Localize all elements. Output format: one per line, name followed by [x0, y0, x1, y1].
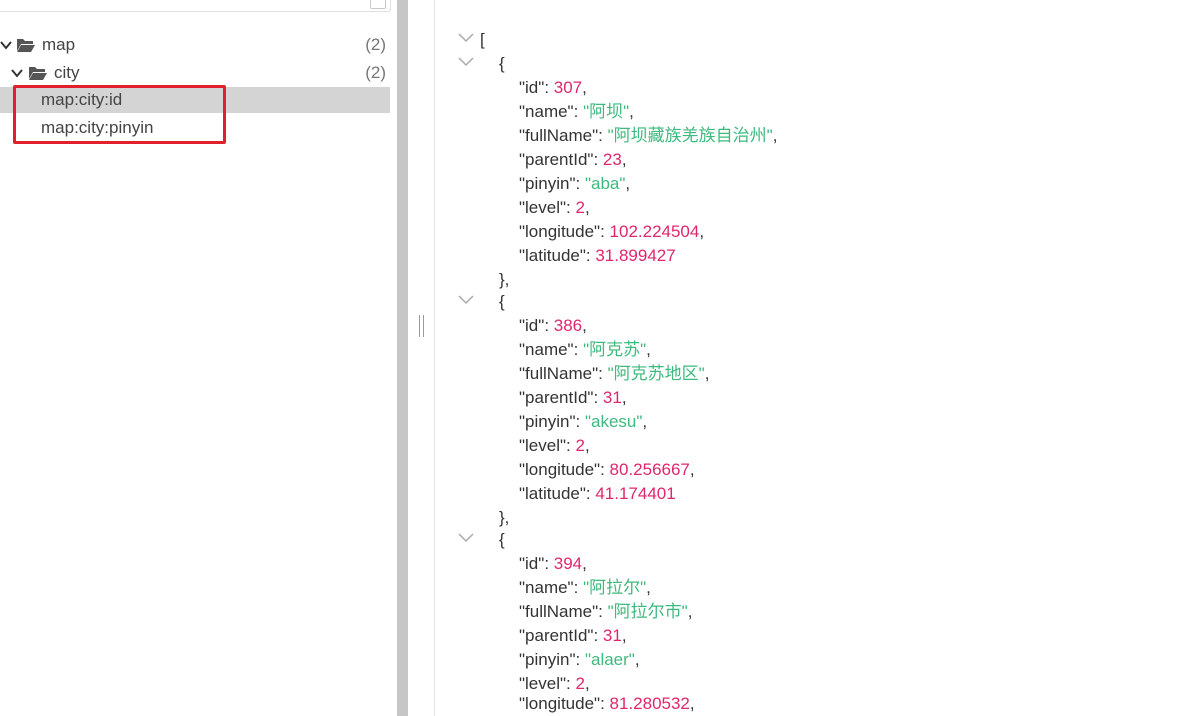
json-close-brace: }, — [499, 508, 510, 527]
json-open-brace: { — [499, 292, 505, 311]
json-field-name: "name": "阿克苏", — [519, 340, 651, 359]
tree-node-map[interactable]: map (2) — [0, 32, 390, 58]
fold-chevron-icon[interactable] — [458, 33, 474, 43]
json-field-fullname: "fullName": "阿克苏地区", — [519, 364, 710, 383]
json-field-parentid: "parentId": 31, — [519, 388, 627, 407]
tree-node-count: (2) — [365, 35, 386, 54]
tree-node-label: map — [42, 35, 76, 54]
resize-handle-icon[interactable] — [419, 315, 424, 337]
search-icon[interactable] — [354, 0, 364, 5]
json-field-level: "level": 2, — [519, 198, 590, 217]
json-field-id: "id": 307, — [519, 78, 587, 97]
json-field-longitude: "longitude": 102.224504, — [519, 222, 705, 241]
json-field-fullname: "fullName": "阿拉尔市", — [519, 602, 693, 621]
search-option-button[interactable] — [370, 0, 386, 9]
json-field-id: "id": 386, — [519, 316, 587, 335]
fold-chevron-icon[interactable] — [458, 295, 474, 305]
tree-node-city[interactable]: city (2) — [0, 60, 390, 86]
fold-chevron-icon[interactable] — [458, 533, 474, 543]
panel-splitter[interactable] — [397, 0, 408, 716]
json-field-parentid: "parentId": 23, — [519, 150, 627, 169]
json-field-longitude: "longitude": 80.256667, — [519, 460, 695, 479]
json-open-brace: { — [499, 530, 505, 549]
editor-gutter — [408, 0, 434, 716]
json-field-parentid: "parentId": 31, — [519, 626, 627, 645]
json-field-name: "name": "阿坝", — [519, 102, 634, 121]
json-field-name: "name": "阿拉尔", — [519, 578, 651, 597]
json-field-pinyin: "pinyin": "akesu", — [519, 412, 648, 431]
tree-search-input[interactable] — [0, 0, 391, 12]
json-open-bracket: [ — [480, 30, 485, 49]
red-highlight-annotation — [13, 85, 226, 144]
json-field-fullname: "fullName": "阿坝藏族羌族自治州", — [519, 126, 778, 145]
json-field-pinyin: "pinyin": "alaer", — [519, 650, 640, 669]
chevron-down-icon[interactable] — [0, 39, 12, 51]
json-field-latitude: "latitude": 41.174401 — [519, 484, 676, 503]
folder-open-icon — [29, 67, 47, 80]
json-field-id: "id": 394, — [519, 554, 587, 573]
json-open-brace: { — [499, 54, 505, 73]
folder-open-icon — [17, 39, 35, 52]
json-field-longitude: "longitude": 81.280532, — [519, 694, 695, 713]
fold-chevron-icon[interactable] — [458, 57, 474, 67]
tree-node-label: city — [54, 63, 80, 82]
tree-node-count: (2) — [365, 63, 386, 82]
gutter-divider — [434, 0, 435, 716]
json-field-latitude: "latitude": 31.899427 — [519, 246, 676, 265]
chevron-down-icon[interactable] — [11, 67, 23, 79]
json-close-brace: }, — [499, 270, 510, 289]
key-tree-panel: map (2) city (2) map:city:id map:city:pi… — [0, 0, 397, 716]
json-field-level: "level": 2, — [519, 436, 590, 455]
json-field-pinyin: "pinyin": "aba", — [519, 174, 631, 193]
